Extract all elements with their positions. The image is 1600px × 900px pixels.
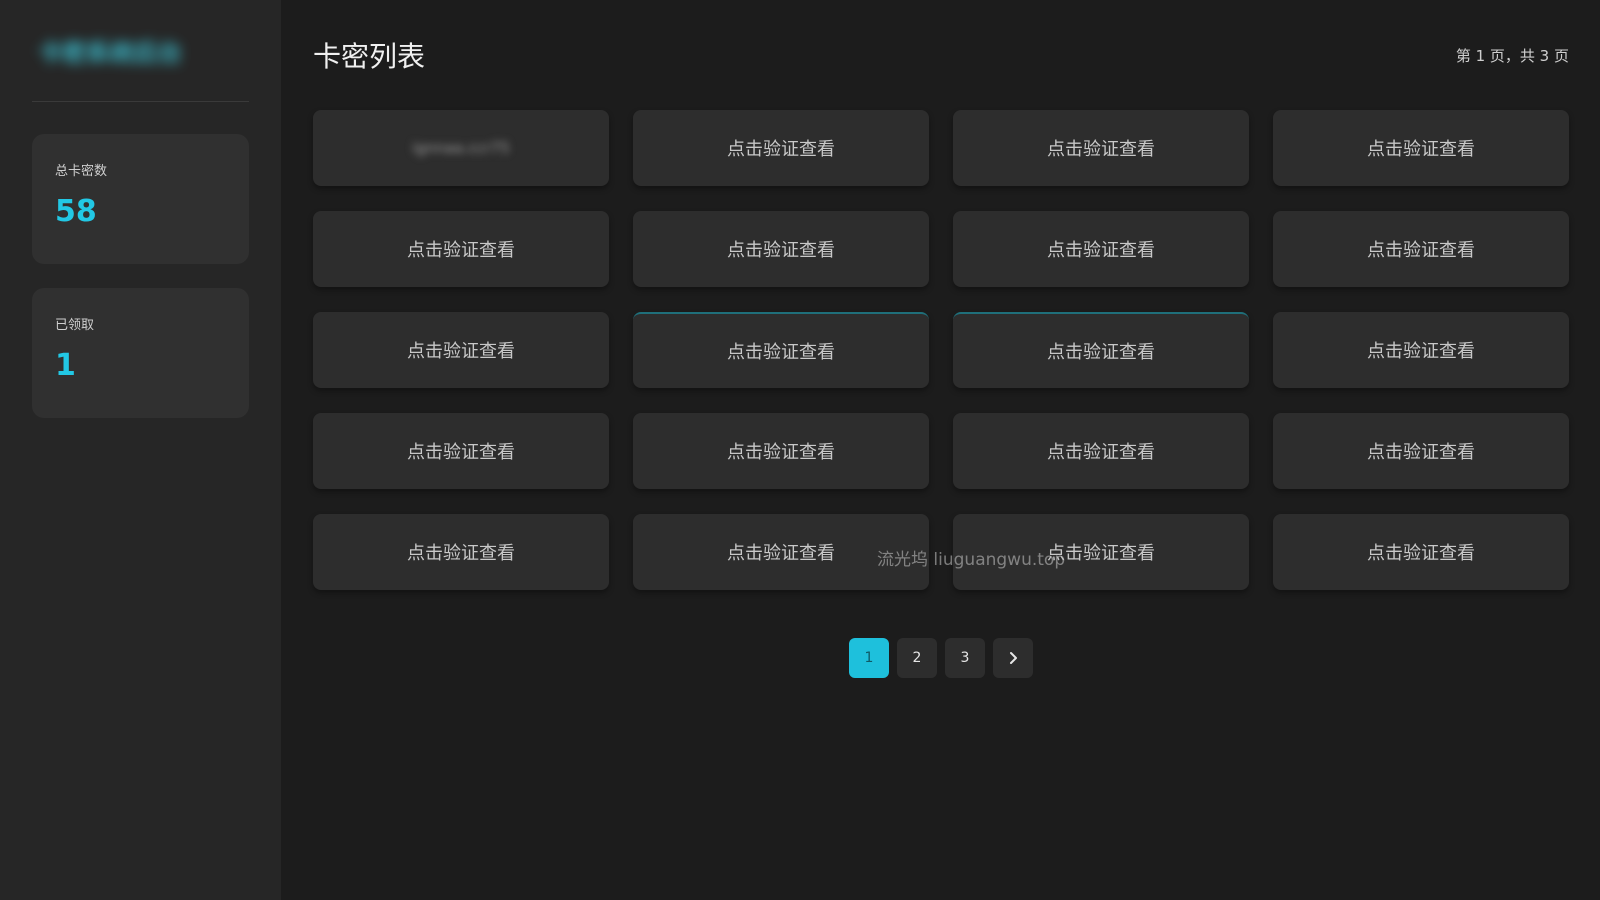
- card-label: 点击验证查看: [1367, 341, 1475, 362]
- card-item[interactable]: 点击验证查看: [1273, 110, 1569, 186]
- card-label: 点击验证查看: [407, 341, 515, 362]
- card-label: 点击验证查看: [727, 139, 835, 160]
- stat-card-claimed: 已领取 1: [32, 288, 249, 418]
- card-label: 点击验证查看: [727, 442, 835, 463]
- card-label: 点击验证查看: [727, 543, 835, 564]
- card-item[interactable]: 点击验证查看: [633, 312, 929, 388]
- card-item[interactable]: 点击验证查看: [953, 312, 1249, 388]
- chevron-right-icon: [1010, 652, 1017, 664]
- card-label: 点击验证查看: [1047, 442, 1155, 463]
- card-item[interactable]: 点击验证查看: [633, 514, 929, 590]
- card-item[interactable]: 点击验证查看: [313, 211, 609, 287]
- card-label: 点击验证查看: [407, 240, 515, 261]
- card-item[interactable]: 点击验证查看: [1273, 514, 1569, 590]
- card-item[interactable]: 点击验证查看: [633, 211, 929, 287]
- main-content: 卡密列表 第 1 页，共 3 页 ignnaa.ccr75 点击验证查看 点击验…: [281, 0, 1600, 900]
- page-button-3[interactable]: 3: [945, 638, 985, 678]
- card-label: 点击验证查看: [1367, 442, 1475, 463]
- card-revealed-code: ignnaa.ccr75: [412, 139, 510, 157]
- page-header: 卡密列表 第 1 页，共 3 页: [313, 0, 1569, 110]
- card-label: 点击验证查看: [1367, 543, 1475, 564]
- brand: 卡密系统后台: [32, 0, 249, 102]
- card-label: 点击验证查看: [1367, 139, 1475, 160]
- card-item[interactable]: 点击验证查看: [953, 211, 1249, 287]
- stat-card-total: 总卡密数 58: [32, 134, 249, 264]
- card-item[interactable]: 点击验证查看: [313, 413, 609, 489]
- card-item[interactable]: 点击验证查看: [953, 514, 1249, 590]
- card-label: 点击验证查看: [1047, 240, 1155, 261]
- next-page-button[interactable]: [993, 638, 1033, 678]
- pagination: 1 2 3: [313, 638, 1569, 678]
- page-indicator: 第 1 页，共 3 页: [1455, 46, 1569, 65]
- stat-value: 58: [55, 194, 97, 229]
- card-item[interactable]: 点击验证查看: [1273, 413, 1569, 489]
- card-grid: ignnaa.ccr75 点击验证查看 点击验证查看 点击验证查看 点击验证查看…: [313, 110, 1569, 590]
- card-item[interactable]: 点击验证查看: [633, 413, 929, 489]
- page-button-1[interactable]: 1: [849, 638, 889, 678]
- page-title: 卡密列表: [313, 40, 426, 73]
- card-label: 点击验证查看: [1047, 543, 1155, 564]
- card-label: 点击验证查看: [727, 342, 835, 363]
- card-item[interactable]: ignnaa.ccr75: [313, 110, 609, 186]
- card-item[interactable]: 点击验证查看: [633, 110, 929, 186]
- brand-logo-text: 卡密系统后台: [38, 39, 182, 67]
- stat-value: 1: [55, 348, 76, 383]
- card-label: 点击验证查看: [407, 543, 515, 564]
- stat-label: 总卡密数: [55, 164, 108, 179]
- sidebar: 卡密系统后台 总卡密数 58 已领取 1: [0, 0, 281, 900]
- card-label: 点击验证查看: [1047, 342, 1155, 363]
- card-item[interactable]: 点击验证查看: [1273, 211, 1569, 287]
- card-label: 点击验证查看: [727, 240, 835, 261]
- app-root: 卡密系统后台 总卡密数 58 已领取 1 卡密列表 第 1 页，共 3 页 ig…: [0, 0, 1600, 900]
- card-label: 点击验证查看: [1047, 139, 1155, 160]
- card-label: 点击验证查看: [1367, 240, 1475, 261]
- page-button-2[interactable]: 2: [897, 638, 937, 678]
- card-item[interactable]: 点击验证查看: [313, 514, 609, 590]
- card-item[interactable]: 点击验证查看: [953, 110, 1249, 186]
- stat-label: 已领取: [55, 318, 95, 333]
- card-label: 点击验证查看: [407, 442, 515, 463]
- card-item[interactable]: 点击验证查看: [953, 413, 1249, 489]
- card-item[interactable]: 点击验证查看: [313, 312, 609, 388]
- card-item[interactable]: 点击验证查看: [1273, 312, 1569, 388]
